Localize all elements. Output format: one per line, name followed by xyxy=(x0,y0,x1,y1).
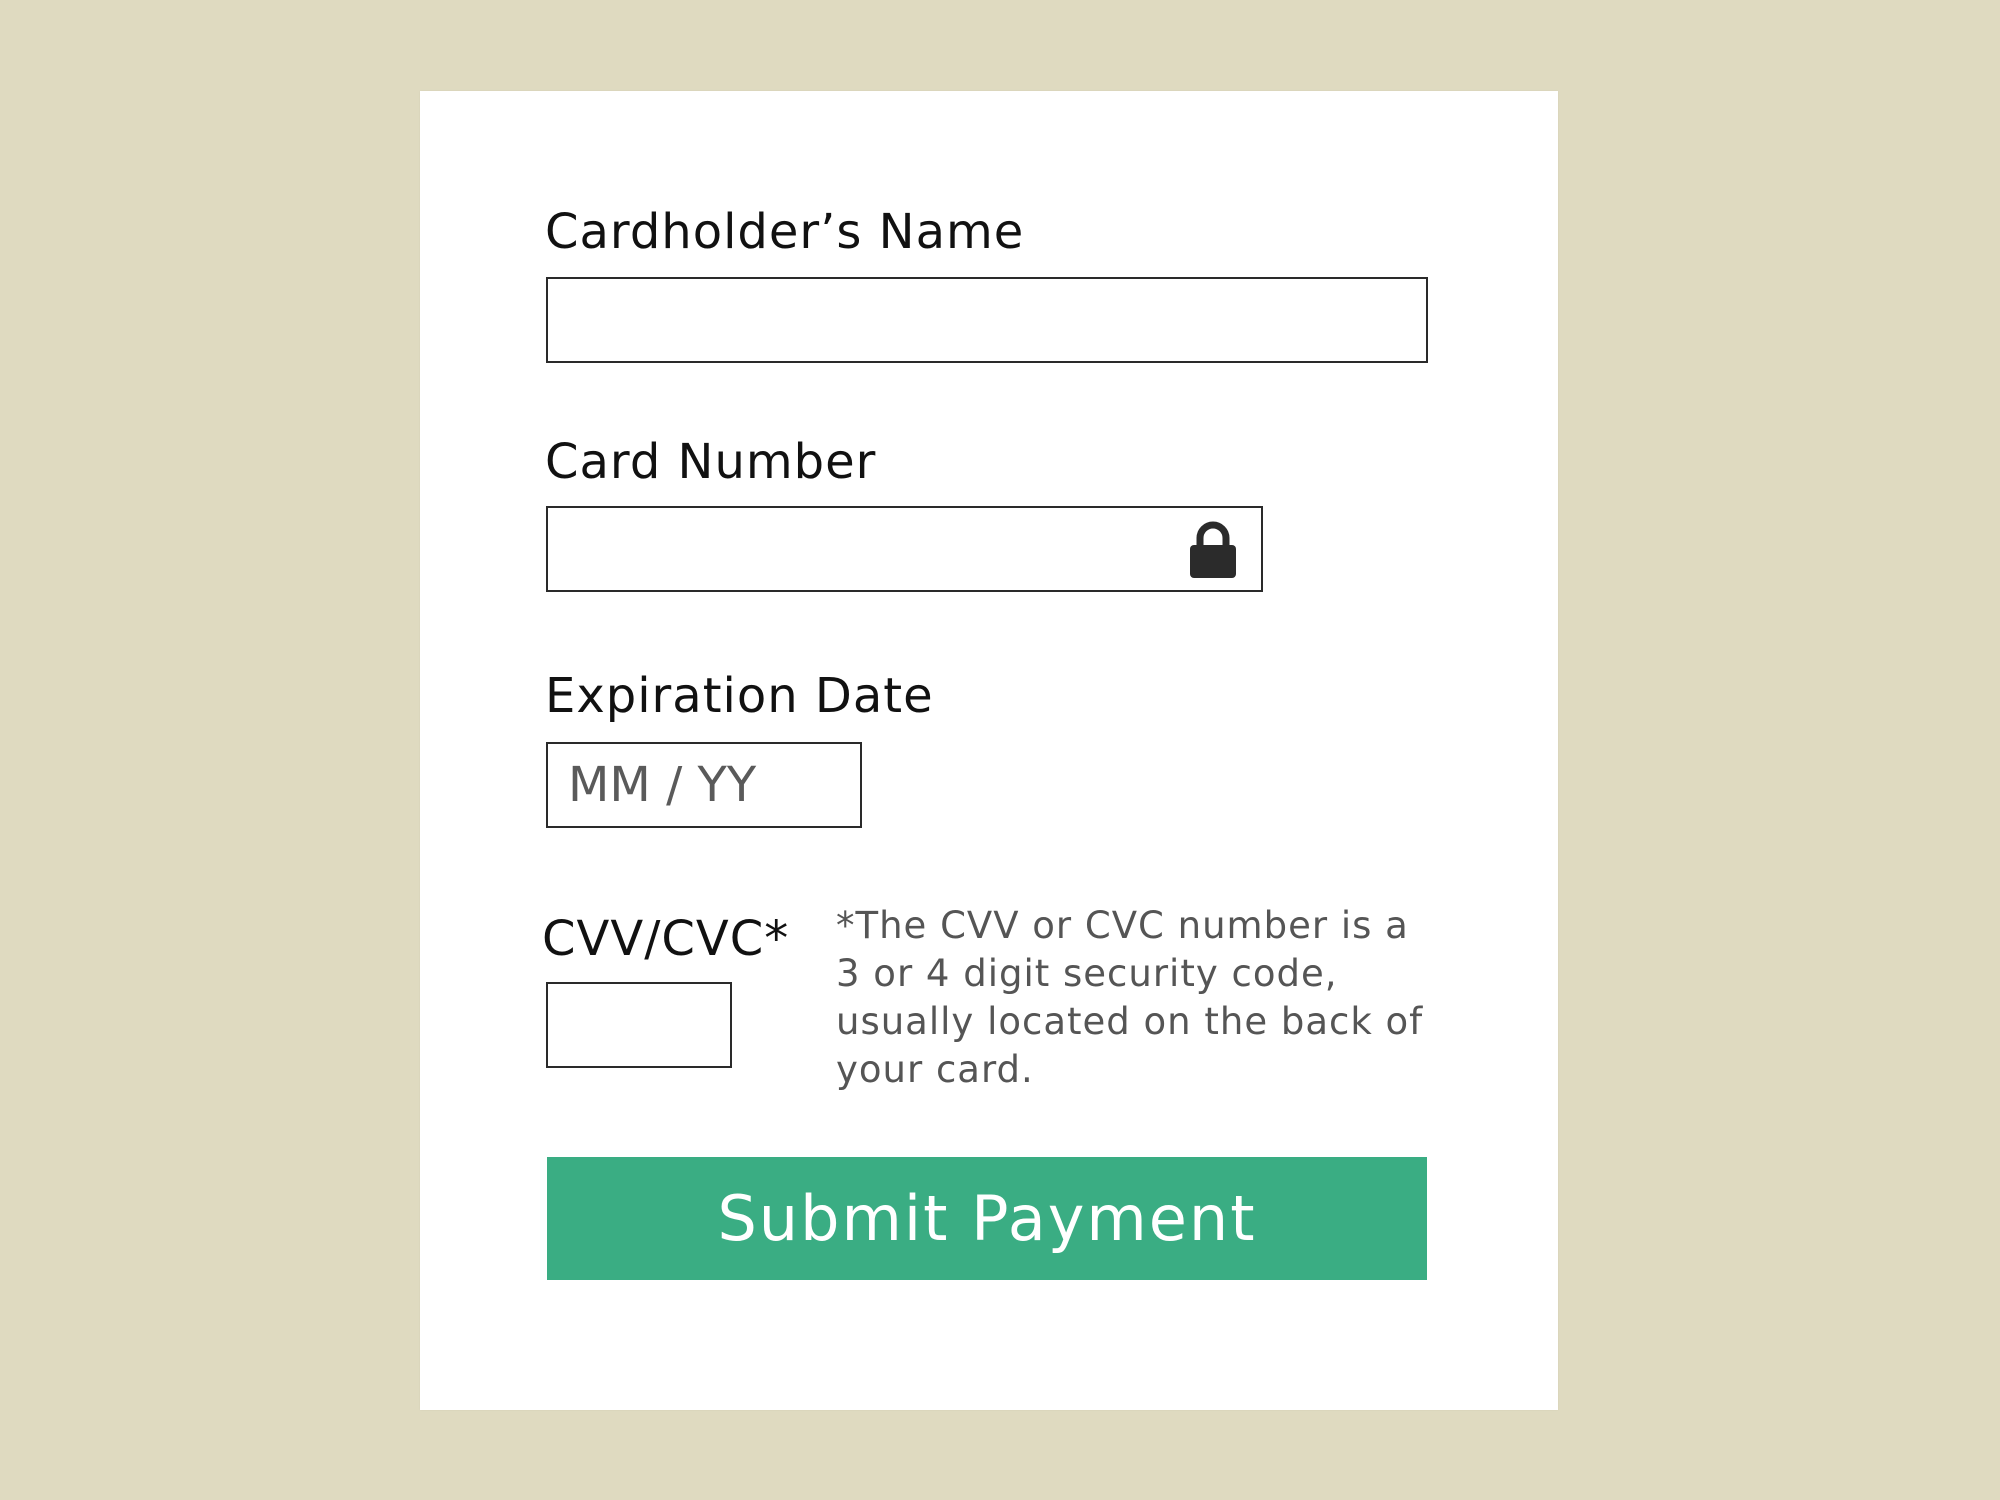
card-number-label: Card Number xyxy=(545,434,877,490)
expiration-date-label: Expiration Date xyxy=(545,668,934,724)
submit-payment-button[interactable]: Submit Payment xyxy=(547,1157,1427,1280)
cardholder-name-input[interactable] xyxy=(546,277,1428,363)
lock-icon xyxy=(1190,521,1236,578)
cvv-label: CVV/CVC* xyxy=(542,911,790,967)
cvv-input[interactable] xyxy=(546,982,732,1068)
card-number-input[interactable] xyxy=(546,506,1263,592)
cardholder-name-label: Cardholder’s Name xyxy=(545,204,1025,260)
expiration-date-input[interactable] xyxy=(546,742,862,828)
cvv-help-text: *The CVV or CVC number is a 3 or 4 digit… xyxy=(836,904,1424,1091)
